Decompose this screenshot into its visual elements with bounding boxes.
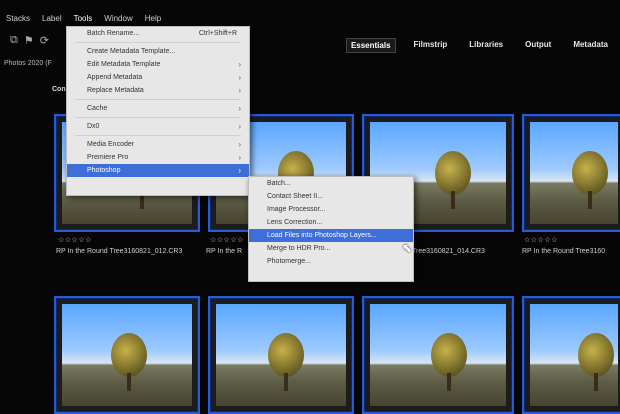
menu-item-cache[interactable]: Cache › xyxy=(67,102,249,115)
chevron-right-icon: › xyxy=(238,86,241,95)
thumbnail[interactable] xyxy=(208,296,354,414)
chevron-right-icon: › xyxy=(238,60,241,69)
label-icon[interactable]: ⚑ xyxy=(24,34,34,47)
menu-item-premiere-pro[interactable]: Premiere Pro › xyxy=(67,151,249,164)
thumbnail[interactable] xyxy=(522,296,620,414)
menu-item-create-metadata-template[interactable]: Create Metadata Template... xyxy=(67,45,249,58)
stack-icon[interactable]: ⧉ xyxy=(10,34,18,47)
breadcrumb[interactable]: Photos 2020 (F xyxy=(4,60,52,67)
workspace-output[interactable]: Output xyxy=(521,38,555,53)
photoshop-submenu: Batch... Contact Sheet II... Image Proce… xyxy=(248,176,414,282)
workspace-switcher: Essentials Filmstrip Libraries Output Me… xyxy=(345,38,620,53)
rating-stars[interactable]: ☆☆☆☆☆ xyxy=(58,236,92,244)
panel-label: Con xyxy=(52,86,66,93)
thumbnail-image xyxy=(530,122,618,224)
menu-separator xyxy=(75,99,241,100)
menu-item-append-metadata[interactable]: Append Metadata › xyxy=(67,71,249,84)
menu-item-batch-rename[interactable]: Batch Rename... Ctrl+Shift+R xyxy=(67,27,249,40)
rating-stars[interactable]: ☆☆☆☆☆ xyxy=(210,236,244,244)
menu-separator xyxy=(75,135,241,136)
workspace-libraries[interactable]: Libraries xyxy=(465,38,507,53)
thumbnail-name: RP In the Round Tree3160 xyxy=(522,248,606,255)
menu-item-media-encoder[interactable]: Media Encoder › xyxy=(67,138,249,151)
submenu-item-load-files-into-layers[interactable]: Load Files into Photoshop Layers... xyxy=(249,229,413,242)
workspace-essentials[interactable]: Essentials xyxy=(345,38,396,53)
menu-separator xyxy=(75,42,241,43)
shortcut: Ctrl+Shift+R xyxy=(198,30,237,37)
thumbnail-image xyxy=(62,304,192,406)
chevron-right-icon: › xyxy=(238,166,241,175)
mouse-cursor-icon: ⬉ xyxy=(402,241,413,255)
rotate-icon[interactable]: ⟳ xyxy=(40,34,49,47)
menu-item-photoshop[interactable]: Photoshop › xyxy=(67,164,249,177)
thumbnail-image xyxy=(216,304,346,406)
thumbnail[interactable] xyxy=(362,296,514,414)
submenu-item-photomerge[interactable]: Photomerge... xyxy=(249,255,413,268)
submenu-item-contact-sheet[interactable]: Contact Sheet II... xyxy=(249,190,413,203)
submenu-item-batch[interactable]: Batch... xyxy=(249,177,413,190)
menu-item-dx0[interactable]: Dx0 › xyxy=(67,120,249,133)
chevron-right-icon: › xyxy=(238,153,241,162)
tools-menu: Batch Rename... Ctrl+Shift+R Create Meta… xyxy=(66,26,250,196)
menu-item-edit-metadata-template[interactable]: Edit Metadata Template › xyxy=(67,58,249,71)
workspace-filmstrip[interactable]: Filmstrip xyxy=(410,38,452,53)
thumbnail-name: RP In the R xyxy=(206,248,243,255)
submenu-item-merge-to-hdr[interactable]: Merge to HDR Pro... xyxy=(249,242,413,255)
thumbnail-image xyxy=(370,304,506,406)
menu-separator xyxy=(75,117,241,118)
menu-item-replace-metadata[interactable]: Replace Metadata › xyxy=(67,84,249,97)
submenu-item-image-processor[interactable]: Image Processor... xyxy=(249,203,413,216)
chevron-right-icon: › xyxy=(238,104,241,113)
workspace-metadata[interactable]: Metadata xyxy=(569,38,612,53)
chevron-right-icon: › xyxy=(238,122,241,131)
menu-stacks[interactable]: Stacks xyxy=(0,10,36,28)
thumbnail[interactable] xyxy=(522,114,620,232)
thumbnail-image xyxy=(530,304,618,406)
chevron-right-icon: › xyxy=(238,140,241,149)
menu-label[interactable]: Label xyxy=(36,10,68,28)
rating-stars[interactable]: ☆☆☆☆☆ xyxy=(524,236,558,244)
thumbnail-name: Tree3160821_014.CR3 xyxy=(412,248,485,255)
submenu-item-lens-correction[interactable]: Lens Correction... xyxy=(249,216,413,229)
chevron-right-icon: › xyxy=(238,73,241,82)
thumbnail[interactable] xyxy=(54,296,200,414)
toolbar: ⧉ ⚑ ⟳ xyxy=(10,34,49,47)
thumbnail-name: RP In the Round Tree3160821_012.CR3 xyxy=(56,248,183,255)
bridge-window: Stacks Label Tools Window Help ⧉ ⚑ ⟳ Pho… xyxy=(0,0,620,414)
